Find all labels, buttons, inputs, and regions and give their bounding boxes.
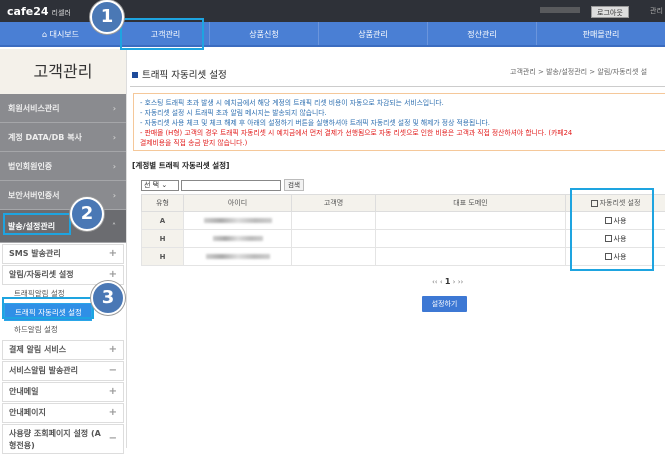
pagination: ‹‹ ‹ 1 › ›› (432, 277, 463, 286)
callout-2: 2 (70, 197, 104, 231)
cell-id (184, 230, 292, 248)
admin-link[interactable]: 관리 (650, 6, 663, 16)
logo[interactable]: cafe24리셀러 (7, 5, 71, 18)
prev-page[interactable]: ‹‹ ‹ (432, 278, 443, 286)
notice-warning: 결제비용을 직접 송금 받지 않습니다.) (140, 138, 665, 148)
notice-warning: - 판매몰 (H형) 고객의 경우 트래픽 자동리셋 시 예치금에서 먼저 결제… (140, 128, 665, 138)
blurred-id (213, 236, 263, 241)
notice-box: - 호스팅 트래픽 초과 발생 시 예치금에서 해당 계정의 트래픽 리셋 비용… (133, 93, 665, 151)
sidebar-item-ssl[interactable]: 보안서버인증서› (0, 181, 126, 210)
cell-id (184, 248, 292, 266)
highlight-nav-customers (120, 18, 204, 50)
col-name: 고객명 (292, 195, 376, 212)
plus-icon: + (109, 341, 117, 359)
plus-icon: + (109, 383, 117, 401)
col-type: 유형 (142, 195, 184, 212)
cell-name (292, 212, 376, 230)
divider (130, 86, 665, 87)
sidebar-item-payment-alarm[interactable]: 결제 알림 서비스+ (2, 340, 124, 360)
chevron-right-icon: › (113, 152, 116, 181)
page-1[interactable]: 1 (445, 277, 451, 286)
notice-line: - 자동리셋 사용 체크 및 체크 해제 후 아래의 설정하기 버튼을 실행하셔… (140, 118, 665, 128)
chevron-right-icon: › (113, 181, 116, 210)
sidebar-item-db-copy[interactable]: 계정 DATA/DB 복사› (0, 123, 126, 152)
next-page[interactable]: › ›› (453, 278, 464, 286)
blurred-id (206, 254, 270, 259)
highlight-send-settings (3, 213, 71, 235)
notice-line: - 호스팅 트래픽 초과 발생 시 예치금에서 해당 계정의 트래픽 리셋 비용… (140, 98, 665, 108)
home-icon: ⌂ (42, 30, 50, 39)
highlight-auto-reset-column (570, 188, 654, 271)
chevron-right-icon: › (113, 123, 116, 152)
minus-icon: − (109, 362, 117, 380)
sidebar-title: 고객관리 (0, 49, 126, 94)
plus-icon: + (109, 404, 117, 422)
search-input[interactable] (181, 180, 281, 191)
cell-name (292, 248, 376, 266)
cell-name (292, 230, 376, 248)
sidebar-item-member-service[interactable]: 회원서비스관리› (0, 94, 126, 123)
sidebar-item-usage-page[interactable]: 사용량 조회페이지 설정 (A형전용)− (2, 424, 124, 454)
sidebar-sub-hard-alarm[interactable]: 하드알림 설정 (0, 321, 126, 339)
highlight-auto-reset-menu (2, 297, 94, 319)
nav-product-apply[interactable]: 상품신청 (210, 22, 319, 45)
breadcrumb: 고객관리 > 발송/설정관리 > 알림/자동리셋 설 (510, 67, 647, 77)
chevron-down-icon: ⌄ (161, 181, 167, 189)
sidebar-item-guide-mail[interactable]: 안내메일+ (2, 382, 124, 402)
col-id: 아이디 (184, 195, 292, 212)
sidebar-item-sms[interactable]: SMS 발송관리+ (2, 244, 124, 264)
cell-type: H (142, 230, 184, 248)
section-title: [계정별 트래픽 자동리셋 설정] (132, 160, 230, 171)
page-title: 트래픽 자동리셋 설정 (132, 67, 227, 81)
sidebar-item-corp-auth[interactable]: 법인회원인증› (0, 152, 126, 181)
callout-3: 3 (91, 281, 125, 315)
notice-line: - 자동리셋 설정 시 트래픽 초과 알림 메시지는 발송되지 않습니다. (140, 108, 665, 118)
nav-settlement[interactable]: 정산관리 (428, 22, 537, 45)
chevron-right-icon: › (113, 94, 116, 123)
cell-domain (376, 230, 566, 248)
sidebar-item-service-alarm[interactable]: 서비스알림 발송관리− (2, 361, 124, 381)
minus-icon: − (109, 433, 117, 445)
cell-type: A (142, 212, 184, 230)
search-button[interactable]: 검색 (284, 179, 304, 191)
user-id-blurred (540, 7, 580, 13)
callout-1: 1 (90, 0, 124, 34)
title-bullet-icon (132, 72, 138, 78)
blurred-id (204, 218, 272, 223)
apply-button[interactable]: 설정하기 (422, 296, 467, 312)
nav-products[interactable]: 상품관리 (319, 22, 428, 45)
sidebar-item-guide-page[interactable]: 안내페이지+ (2, 403, 124, 423)
plus-icon: + (109, 245, 117, 263)
cell-id (184, 212, 292, 230)
sidebar: 고객관리 회원서비스관리› 계정 DATA/DB 복사› 법인회원인증› 보안서… (0, 49, 127, 448)
search-type-select[interactable]: 선 택 ⌄ (141, 180, 179, 191)
col-domain: 대표 도메인 (376, 195, 566, 212)
cell-domain (376, 212, 566, 230)
cell-domain (376, 248, 566, 266)
chevron-up-icon: ˄ (112, 210, 116, 243)
cell-type: H (142, 248, 184, 266)
logout-button[interactable]: 로그아웃 (591, 6, 629, 18)
nav-shop[interactable]: 판매몰관리 (537, 22, 665, 45)
